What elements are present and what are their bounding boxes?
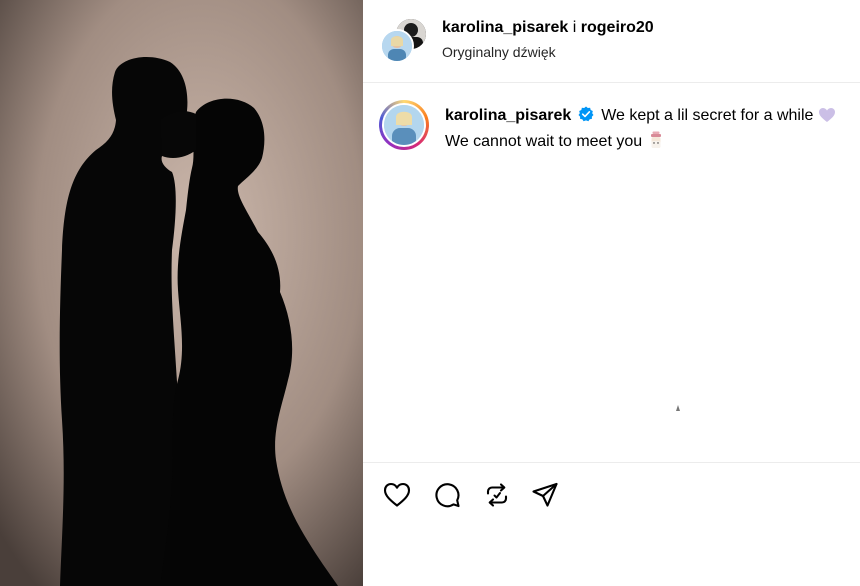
repost-icon[interactable]	[481, 479, 513, 511]
caption-line-2: We cannot wait to meet you	[445, 133, 643, 150]
post-header: karolina_pisarek i rogeiro20 Oryginalny …	[363, 0, 860, 83]
caption-line-1: We kept a lil secret for a while	[601, 107, 814, 124]
loading-indicator	[675, 404, 681, 414]
author-link-1[interactable]: karolina_pisarek	[442, 19, 568, 36]
couple-silhouette-photo	[0, 0, 363, 586]
avatar-karolina-pisarek[interactable]	[380, 29, 414, 63]
comment-icon[interactable]	[431, 479, 463, 511]
caption-text: karolina_pisarek We kept a lil secret fo…	[445, 104, 855, 156]
action-bar	[363, 462, 860, 527]
like-icon[interactable]	[381, 479, 413, 511]
share-icon[interactable]	[529, 479, 561, 511]
authors-separator: i	[572, 19, 577, 36]
post-authors: karolina_pisarek i rogeiro20	[442, 19, 654, 37]
post-panel: karolina_pisarek i rogeiro20 Oryginalny …	[363, 0, 860, 586]
caption-avatar[interactable]	[379, 100, 429, 150]
audio-link[interactable]: Oryginalny dźwięk	[442, 44, 556, 60]
purple-heart-icon	[818, 107, 836, 130]
collab-avatars[interactable]	[380, 17, 428, 63]
author-link-2[interactable]: rogeiro20	[581, 19, 654, 36]
post-media[interactable]	[0, 0, 363, 586]
verified-badge-icon	[578, 106, 594, 122]
baby-bottle-icon	[647, 131, 665, 156]
caption-username[interactable]: karolina_pisarek	[445, 107, 571, 124]
